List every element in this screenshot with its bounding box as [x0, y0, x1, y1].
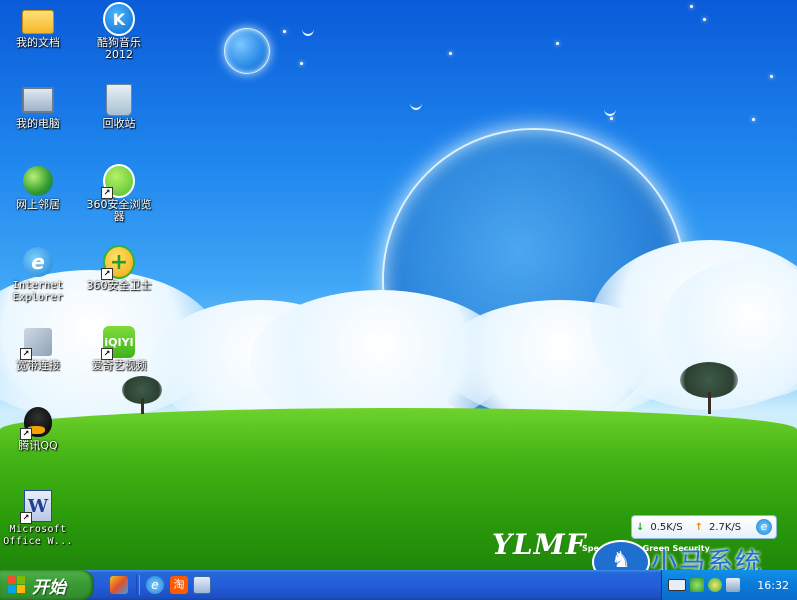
- desktop-icon-tencent-qq[interactable]: ↗ 腾讯QQ: [3, 406, 73, 452]
- download-arrow-icon: ↓: [636, 521, 645, 533]
- browser-360-icon: ↗: [101, 164, 135, 199]
- icon-label: 360安全浏览 器: [86, 198, 152, 223]
- show-desktop-icon[interactable]: [193, 576, 211, 594]
- windows-logo-icon: [8, 576, 26, 594]
- quick-launch-taobao-icon[interactable]: 淘: [170, 576, 188, 594]
- word-icon: W ↗: [20, 490, 54, 524]
- desktop-icon-kugou-music[interactable]: K 酷狗音乐 2012: [84, 2, 154, 61]
- shortcut-arrow-icon: ↗: [101, 268, 113, 280]
- icon-label: Microsoft Office W...: [3, 524, 73, 547]
- desktop-icon-recycle-bin[interactable]: 回收站: [84, 84, 154, 130]
- small-moon: [224, 28, 270, 74]
- icon-label: 宽带连接: [16, 359, 60, 372]
- qq-penguin-icon: ↗: [20, 406, 54, 440]
- crescent-moon: [410, 96, 422, 110]
- computer-icon: [22, 84, 54, 116]
- icon-label: 爱奇艺视频: [91, 359, 147, 372]
- star: [283, 30, 286, 33]
- icon-label: Internet Explorer: [12, 280, 64, 303]
- taskbar: 开始 e 淘 16:32: [0, 570, 797, 600]
- shortcut-arrow-icon: ↗: [101, 187, 113, 199]
- upload-arrow-icon: ↑: [694, 521, 703, 533]
- desktop-icon-network-places[interactable]: 网上邻居: [3, 165, 73, 211]
- tree-trunk: [141, 398, 144, 414]
- security-icon[interactable]: [708, 578, 722, 592]
- star: [703, 18, 706, 21]
- desktop[interactable]: 我的文档 K 酷狗音乐 2012 我的电脑 回收站 网上邻居 ↗ 360安全浏览…: [0, 0, 797, 570]
- iqiyi-icon: iQIYI ↗: [101, 326, 135, 360]
- desktop-icon-iqiyi-video[interactable]: iQIYI ↗ 爱奇艺视频: [84, 326, 154, 372]
- network-icon: [22, 165, 54, 197]
- ylmf-logo: YLMF: [492, 528, 587, 561]
- shortcut-arrow-icon: ↗: [101, 348, 113, 360]
- star: [300, 62, 303, 65]
- crescent-moon: [302, 22, 314, 36]
- start-button[interactable]: 开始: [0, 570, 94, 600]
- network-status-icon[interactable]: [690, 578, 704, 592]
- recycle-bin-icon: [103, 84, 135, 116]
- download-speed: 0.5K/S: [650, 521, 683, 533]
- start-label: 开始: [32, 577, 66, 598]
- kugou-icon: K: [103, 2, 135, 36]
- star: [690, 5, 693, 8]
- ie-icon[interactable]: e: [756, 519, 772, 535]
- ie-icon: e: [22, 246, 54, 278]
- icon-label: 回收站: [102, 117, 136, 130]
- clock[interactable]: 16:32: [757, 579, 789, 592]
- star: [449, 52, 452, 55]
- icon-label: 酷狗音乐 2012: [97, 36, 141, 61]
- quick-launch-separator: [136, 575, 140, 595]
- star: [610, 117, 613, 120]
- quick-launch-ie-icon[interactable]: e: [146, 576, 164, 594]
- network-speed-meter[interactable]: ↓ 0.5K/S ↑ 2.7K/S e: [631, 515, 777, 539]
- icon-label: 腾讯QQ: [18, 439, 58, 452]
- folder-icon: [22, 3, 54, 35]
- shortcut-arrow-icon: ↗: [20, 512, 32, 524]
- tree-trunk: [708, 392, 711, 414]
- icon-label: 我的文档: [16, 36, 60, 49]
- system-tray: 16:32: [661, 570, 797, 600]
- desktop-icon-internet-explorer[interactable]: e Internet Explorer: [3, 246, 73, 304]
- desktop-icon-my-computer[interactable]: 我的电脑: [3, 84, 73, 130]
- crescent-moon: [604, 102, 616, 116]
- desktop-icon-360-guard[interactable]: + ↗ 360安全卫士: [84, 245, 154, 292]
- icon-label: 网上邻居: [16, 198, 60, 211]
- icon-label: 我的电脑: [16, 117, 60, 130]
- desktop-icon-360-browser[interactable]: ↗ 360安全浏览 器: [84, 164, 154, 223]
- star: [752, 118, 755, 121]
- star: [556, 42, 559, 45]
- broadband-icon: ↗: [20, 326, 54, 360]
- desktop-icon-microsoft-word[interactable]: W ↗ Microsoft Office W...: [3, 490, 73, 548]
- desktop-icon-broadband-connection[interactable]: ↗ 宽带连接: [3, 326, 73, 372]
- upload-speed: 2.7K/S: [708, 521, 742, 533]
- star: [770, 75, 773, 78]
- keyboard-icon[interactable]: [668, 579, 686, 591]
- shortcut-arrow-icon: ↗: [20, 428, 32, 440]
- desktop-icon-my-documents[interactable]: 我的文档: [3, 3, 73, 49]
- quick-launch-apps-icon[interactable]: [110, 576, 128, 594]
- icon-label: 360安全卫士: [86, 279, 152, 292]
- volume-icon[interactable]: [726, 578, 740, 592]
- guard-360-icon: + ↗: [101, 245, 135, 280]
- watermark-text: 小马系统: [651, 548, 764, 570]
- shortcut-arrow-icon: ↗: [20, 348, 32, 360]
